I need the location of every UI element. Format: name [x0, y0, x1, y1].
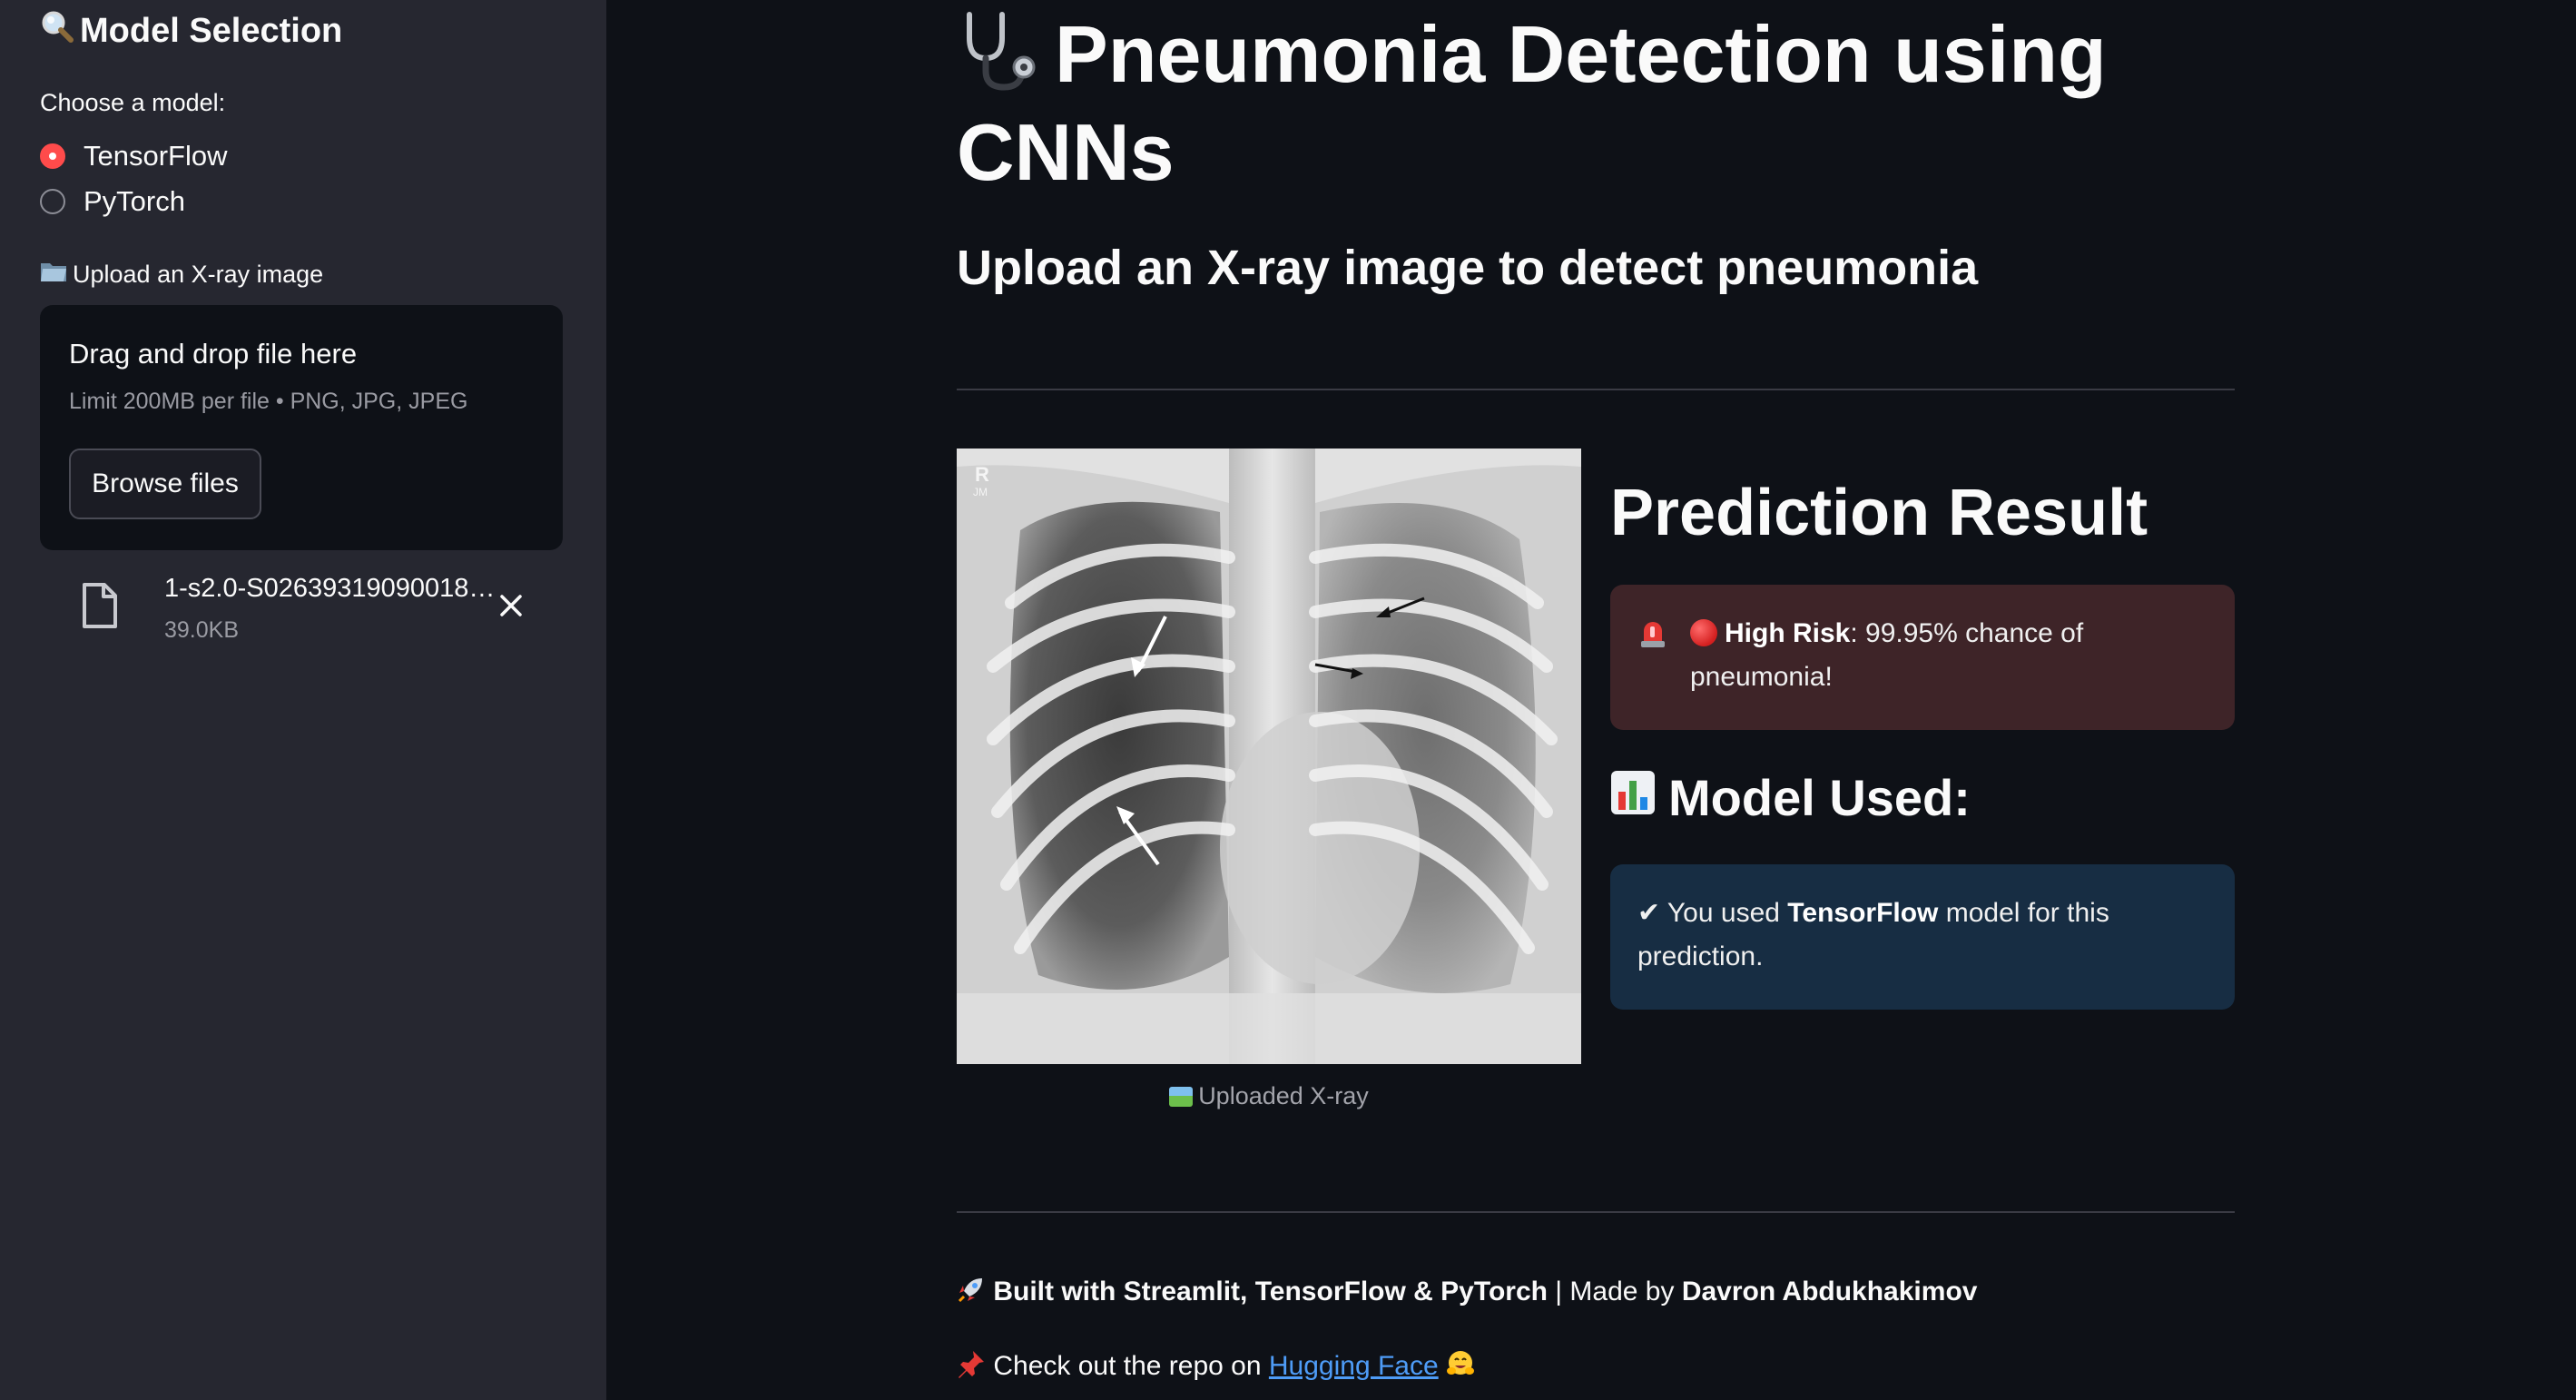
file-icon [82, 583, 118, 633]
radio-pytorch-label[interactable]: PyTorch [84, 185, 185, 218]
file-dropzone[interactable]: Drag and drop file here Limit 200MB per … [40, 305, 563, 550]
radio-tensorflow-dot[interactable] [40, 143, 65, 169]
folder-icon [40, 260, 67, 290]
radio-pytorch[interactable]: PyTorch [40, 185, 185, 218]
model-info-prefix: ✔ You used [1637, 898, 1788, 928]
stethoscope-icon [957, 11, 1047, 93]
browse-files-button[interactable]: Browse files [69, 449, 261, 519]
model-used-title-text: Model Used: [1668, 769, 1971, 826]
model-radio-label: Choose a model: [40, 89, 226, 116]
rocket-icon [957, 1275, 986, 1311]
page-subtitle: Upload an X-ray image to detect pneumoni… [957, 241, 1979, 295]
sidebar-title: Model Selection [40, 9, 342, 53]
image-caption: Uploaded X-ray [957, 1082, 1581, 1110]
footer-built-with: Built with Streamlit, TensorFlow & PyTor… [993, 1276, 1548, 1306]
model-used-title: Model Used: [1610, 768, 1971, 827]
upload-label-text: Upload an X-ray image [73, 261, 324, 288]
divider-bottom [957, 1211, 2235, 1213]
svg-text:R: R [975, 463, 989, 486]
model-info-model: TensorFlow [1787, 898, 1939, 928]
hugging-face-link[interactable]: Hugging Face [1269, 1351, 1439, 1381]
siren-icon [1639, 617, 1667, 648]
picture-icon [1169, 1087, 1194, 1107]
bar-chart-icon [1610, 768, 1656, 827]
footer-repo-prefix: Check out the repo on [993, 1350, 1269, 1381]
model-info-text: ✔ You used TensorFlow model for this pre… [1637, 892, 2207, 979]
risk-alert: High Risk: 99.95% chance of pneumonia! [1610, 585, 2235, 730]
close-icon[interactable] [499, 594, 523, 617]
upload-label: Upload an X-ray image [40, 260, 323, 290]
uploaded-file-item: 1-s2.0-S02639319090018… 39.0KB [40, 568, 563, 643]
xray-image: R JM [957, 449, 1581, 1064]
sidebar-title-text: Model Selection [80, 11, 343, 50]
footer-credits: Built with Streamlit, TensorFlow & PyTor… [957, 1275, 1977, 1311]
main-content: Pneumonia Detection using CNNs Upload an… [606, 0, 2576, 1400]
radio-tensorflow-label[interactable]: TensorFlow [84, 140, 228, 173]
uploaded-file-size: 39.0KB [164, 617, 240, 643]
prediction-title: Prediction Result [1610, 477, 2148, 549]
risk-alert-text: High Risk: 99.95% chance of pneumonia! [1690, 612, 2207, 699]
footer-author: Davron Abdukhakimov [1681, 1276, 1978, 1306]
image-caption-text: Uploaded X-ray [1198, 1082, 1369, 1109]
dropzone-subtitle: Limit 200MB per file • PNG, JPG, JPEG [69, 389, 468, 414]
page-title: Pneumonia Detection using CNNs [957, 5, 2137, 202]
red-circle-icon [1690, 619, 1717, 646]
footer-made-by-prefix: | Made by [1547, 1276, 1682, 1306]
dropzone-title: Drag and drop file here [69, 338, 358, 370]
footer-repo: Check out the repo on Hugging Face [957, 1349, 1475, 1385]
pushpin-icon [957, 1349, 986, 1385]
magnifier-icon [40, 9, 74, 53]
hugging-face-icon [1446, 1349, 1475, 1385]
sidebar: Model Selection Choose a model: TensorFl… [0, 0, 606, 1400]
radio-tensorflow[interactable]: TensorFlow [40, 140, 228, 173]
svg-text:JM: JM [973, 486, 988, 498]
divider-top [957, 389, 2235, 390]
radio-pytorch-dot[interactable] [40, 189, 65, 214]
uploaded-file-name: 1-s2.0-S02639319090018… [164, 574, 496, 603]
page-title-text: Pneumonia Detection using CNNs [957, 9, 2107, 197]
model-info-alert: ✔ You used TensorFlow model for this pre… [1610, 864, 2235, 1010]
risk-label: High Risk [1725, 618, 1851, 648]
